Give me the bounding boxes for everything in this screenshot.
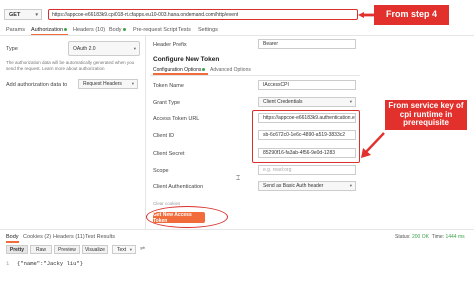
url-input[interactable]: https://appcoe-e66183k9.cpi018-rt.cfapps… [48, 9, 358, 20]
client-authentication-select[interactable]: Send as Basic Auth header ▾ [258, 181, 356, 191]
view-pretty[interactable]: Pretty [6, 245, 28, 254]
scope-label: Scope [153, 168, 169, 174]
chevron-down-icon: ▾ [35, 11, 38, 18]
response-tab-body[interactable]: Body [6, 234, 19, 240]
tab-pre-request-script[interactable]: Pre-request Script [133, 27, 177, 33]
response-status: Status: 200 OK Time: 1444 ms [395, 234, 465, 240]
tab-body[interactable]: Body [109, 27, 126, 33]
divider [0, 229, 474, 230]
get-new-access-token-button[interactable]: Get New Access Token [153, 212, 205, 224]
subtab-advanced-options[interactable]: Advanced Options [210, 67, 251, 73]
view-raw[interactable]: Raw [30, 245, 52, 254]
response-tab-test-results[interactable]: Test Results [85, 234, 115, 240]
cursor-icon: ⌶ [236, 175, 241, 182]
divider [0, 35, 474, 36]
type-label: Type [6, 46, 18, 52]
token-name-label: Token Name [153, 83, 184, 89]
add-auth-data-label: Add authorization data to [6, 82, 68, 88]
client-secret-input[interactable]: 85290f16-fa3ab-4f56-9e0d-1283 [258, 148, 356, 158]
header-prefix-input[interactable]: Bearer [258, 39, 356, 49]
tab-params[interactable]: Params [6, 27, 25, 33]
access-token-url-input[interactable]: https://appcoe-e66183k9.authentication.e… [258, 113, 356, 123]
active-dot-icon [64, 28, 68, 32]
client-authentication-label: Client Authentication [153, 184, 204, 190]
client-id-input[interactable]: sb-6c672c0-1e6c-4890-a519-3833c2 [258, 130, 356, 140]
token-name-input[interactable]: IAccessCPI [258, 80, 356, 90]
scope-input[interactable]: e.g. read:org [258, 165, 356, 175]
client-id-label: Client ID [153, 133, 175, 139]
access-token-url-label: Access Token URL [153, 116, 200, 122]
add-auth-data-select[interactable]: Request Headers ▾ [78, 79, 138, 89]
grant-type-select[interactable]: Client Credentials ▾ [258, 97, 356, 107]
time-value: 1444 ms [445, 234, 465, 240]
response-body-text[interactable]: {"name":"Jacky liu"} [17, 260, 83, 267]
status-value: 200 OK [411, 234, 429, 240]
active-dot-icon [202, 68, 206, 72]
panel-divider [145, 36, 146, 229]
chevron-down-icon: ▾ [131, 81, 134, 86]
auth-type-select[interactable]: OAuth 2.0 ▾ [68, 41, 140, 56]
format-select[interactable]: Text ▾ [112, 245, 136, 254]
callout-arrow-service-key [360, 131, 386, 159]
auth-type-value: OAuth 2.0 [73, 45, 96, 52]
header-prefix-label: Header Prefix [153, 42, 187, 48]
response-tab-cookies[interactable]: Cookies (2) [23, 234, 51, 240]
wrap-icon[interactable]: ⇌ [140, 245, 145, 252]
divider [150, 75, 360, 76]
active-dot-icon [122, 28, 126, 32]
chevron-down-icon: ▾ [129, 246, 132, 252]
response-tab-indicator [6, 241, 19, 243]
response-tab-headers[interactable]: Headers (11) [53, 234, 85, 240]
view-visualize[interactable]: Visualize [82, 245, 108, 254]
tab-tests[interactable]: Tests [178, 27, 191, 33]
callout-step4: From step 4 [374, 5, 449, 25]
configure-token-title: Configure New Token [153, 56, 220, 63]
grant-type-label: Grant Type [153, 100, 181, 106]
view-preview[interactable]: Preview [54, 245, 80, 254]
method-select[interactable]: GET ▾ [4, 9, 42, 20]
callout-service-key: From service key of cpi runtime in prere… [385, 100, 467, 130]
url-text: https://appcoe-e66183k9.cpi018-rt.cfapps… [52, 11, 239, 18]
auth-description: The authorization data will be automatic… [6, 60, 135, 72]
add-auth-data-value: Request Headers [83, 81, 122, 87]
chevron-down-icon: ▾ [349, 183, 352, 188]
callout-arrow-step4 [358, 12, 374, 18]
line-number: 1 [6, 260, 10, 267]
callout-step4-text: From step 4 [385, 9, 437, 20]
chevron-down-icon: ▾ [133, 45, 136, 51]
clear-cookies-link[interactable]: Clear cookies [153, 201, 180, 206]
tab-authorization[interactable]: Authorization [31, 27, 68, 33]
callout-service-key-text: From service key of cpi runtime in prere… [388, 101, 464, 128]
chevron-down-icon: ▾ [349, 99, 352, 104]
method-value: GET [9, 11, 21, 18]
client-secret-label: Client Secret [153, 151, 185, 157]
tab-headers[interactable]: Headers (10) [73, 27, 105, 33]
tab-settings[interactable]: Settings [198, 27, 218, 33]
